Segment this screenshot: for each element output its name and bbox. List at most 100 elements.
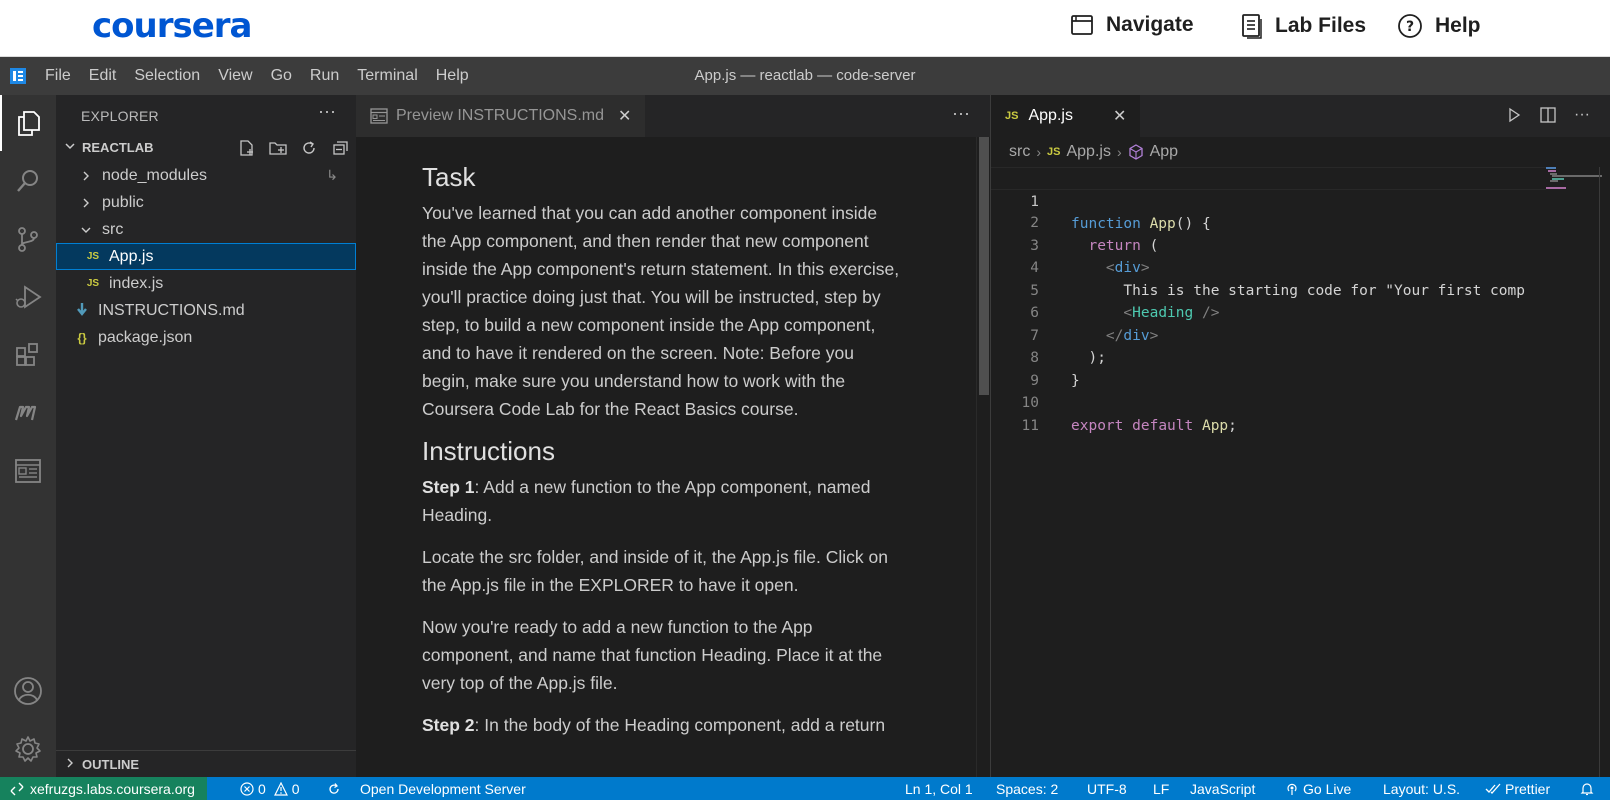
tab-label: Preview INSTRUCTIONS.md (396, 107, 605, 124)
help-button[interactable]: ? Help (1397, 13, 1481, 39)
scrollbar-thumb[interactable] (979, 137, 989, 395)
editor-title-actions: ··· (1504, 105, 1592, 125)
menu-go[interactable]: Go (262, 57, 301, 95)
account-icon[interactable] (0, 663, 56, 719)
help-icon: ? (1398, 14, 1422, 38)
breadcrumb-symbol[interactable]: App (1150, 143, 1178, 161)
preview-icon (370, 108, 388, 124)
sidebar-title: EXPLORER (81, 108, 159, 124)
tree-folder-node-modules[interactable]: node_modules ↳ (56, 162, 356, 189)
code-line: 7 ); (991, 302, 1546, 367)
split-editor-icon[interactable] (1538, 105, 1558, 125)
code-line: 1 function App() { (991, 167, 1546, 232)
editor-more-actions-icon[interactable]: ··· (952, 103, 970, 124)
close-icon[interactable]: ✕ (1113, 106, 1126, 126)
code-line: 9 (991, 347, 1546, 389)
preview-tab-bar: Preview INSTRUCTIONS.md ✕ ··· (356, 95, 990, 137)
heading-task: Task (422, 162, 476, 192)
chevron-right-icon (58, 757, 82, 772)
chevron-right-icon: › (1116, 144, 1122, 160)
code-line: 6 </div> (991, 280, 1546, 344)
menu-file[interactable]: File (36, 57, 80, 95)
symbol-component-icon (1128, 144, 1143, 160)
menu-terminal[interactable]: Terminal (348, 57, 426, 95)
run-debug-icon[interactable] (0, 269, 56, 325)
menu-view[interactable]: View (209, 57, 261, 95)
cursor-position[interactable]: Ln 1, Col 1 (905, 777, 973, 800)
javascript-file-icon: JS (86, 278, 100, 289)
settings-gear-icon[interactable] (0, 721, 56, 777)
chevron-right-icon: › (1036, 144, 1041, 160)
warning-icon (273, 781, 288, 796)
eol-setting[interactable]: LF (1153, 777, 1169, 800)
tree-folder-src[interactable]: src (56, 216, 356, 243)
breadcrumb-src[interactable]: src (1009, 143, 1030, 161)
javascript-file-icon: JS (1005, 110, 1019, 122)
coursera-logo[interactable]: coursera (92, 6, 252, 46)
bell-icon[interactable] (1580, 777, 1594, 800)
tree-label: index.js (109, 274, 164, 292)
menu-edit[interactable]: Edit (80, 57, 126, 95)
menu-selection[interactable]: Selection (125, 57, 209, 95)
keyboard-layout[interactable]: Layout: U.S. (1383, 777, 1460, 800)
tree-file-instructions-md[interactable]: INSTRUCTIONS.md (56, 297, 356, 324)
go-live-button[interactable]: Go Live (1285, 777, 1351, 800)
more-actions-icon[interactable]: ··· (1572, 105, 1592, 125)
help-label: Help (1435, 14, 1481, 37)
sidebar-more-icon[interactable]: ··· (318, 101, 336, 122)
code-server-logo-icon[interactable] (0, 57, 36, 95)
minimap[interactable] (1546, 167, 1610, 767)
prettier-status[interactable]: Prettier (1485, 777, 1550, 800)
language-mode[interactable]: JavaScript (1190, 777, 1255, 800)
menu-help[interactable]: Help (427, 57, 478, 95)
preview-icon[interactable] (0, 443, 56, 499)
tab-preview-instructions[interactable]: Preview INSTRUCTIONS.md ✕ (356, 95, 646, 137)
source-control-icon[interactable] (0, 211, 56, 267)
code-line: 2 return ( (991, 190, 1546, 254)
search-icon[interactable] (0, 153, 56, 209)
tree-label: public (102, 193, 144, 211)
code-line: 4 This is the starting code for "Your fi… (991, 235, 1546, 299)
extensions-icon[interactable] (0, 327, 56, 383)
code-editor-group: JS App.js ✕ ··· src › JS App.js › App 1 … (990, 95, 1610, 777)
run-file-icon[interactable] (1504, 105, 1524, 125)
preview-scrollbar[interactable] (976, 137, 990, 777)
sync-icon[interactable] (327, 777, 341, 800)
close-icon[interactable]: ✕ (618, 106, 631, 126)
chevron-right-icon (78, 197, 94, 209)
breadcrumb-file[interactable]: App.js (1066, 143, 1110, 161)
tree-file-package-json[interactable]: {} package.json (56, 324, 356, 351)
code-area[interactable]: 1 function App() { 2 return ( 3 <div> 4 … (991, 167, 1546, 767)
remote-indicator[interactable]: xefruzgs.labs.coursera.org (0, 777, 207, 800)
line-number: 11 (1021, 417, 1039, 434)
open-dev-server-button[interactable]: Open Development Server (360, 777, 526, 800)
outline-label: OUTLINE (82, 756, 140, 772)
new-file-icon[interactable] (237, 138, 257, 158)
refresh-icon[interactable] (299, 138, 319, 158)
lab-files-button[interactable]: Lab Files (1241, 13, 1366, 39)
remote-icon (10, 782, 24, 795)
step2-text: : In the body of the Heading component, … (474, 715, 886, 735)
editor-scrollbar[interactable] (1599, 167, 1600, 777)
markdown-icon[interactable] (0, 385, 56, 441)
outline-section-header[interactable]: OUTLINE (56, 750, 356, 777)
step1-paragraph: Step 1: Add a new function to the App co… (422, 473, 904, 529)
markdown-preview: Task You've learned that you can add ano… (356, 137, 976, 777)
indentation-setting[interactable]: Spaces: 2 (996, 777, 1058, 800)
breadcrumb: src › JS App.js › App (1009, 140, 1178, 164)
problems-indicator[interactable]: 0 0 (240, 777, 300, 800)
collapse-all-icon[interactable] (330, 138, 350, 158)
navigate-button[interactable]: Navigate (1070, 13, 1194, 37)
tree-folder-public[interactable]: public (56, 189, 356, 216)
new-folder-icon[interactable] (268, 138, 288, 158)
tree-file-index-js[interactable]: JS index.js (56, 270, 356, 297)
double-check-icon (1485, 783, 1501, 794)
tab-app-js[interactable]: JS App.js ✕ (991, 95, 1141, 137)
tree-file-app-js[interactable]: JS App.js (56, 243, 356, 270)
tree-label: node_modules (102, 166, 207, 184)
encoding-setting[interactable]: UTF-8 (1087, 777, 1127, 800)
explorer-icon[interactable] (0, 95, 56, 151)
code-line: 10 export default App; (991, 370, 1546, 434)
tree-label: INSTRUCTIONS.md (98, 301, 245, 319)
menu-run[interactable]: Run (301, 57, 348, 95)
